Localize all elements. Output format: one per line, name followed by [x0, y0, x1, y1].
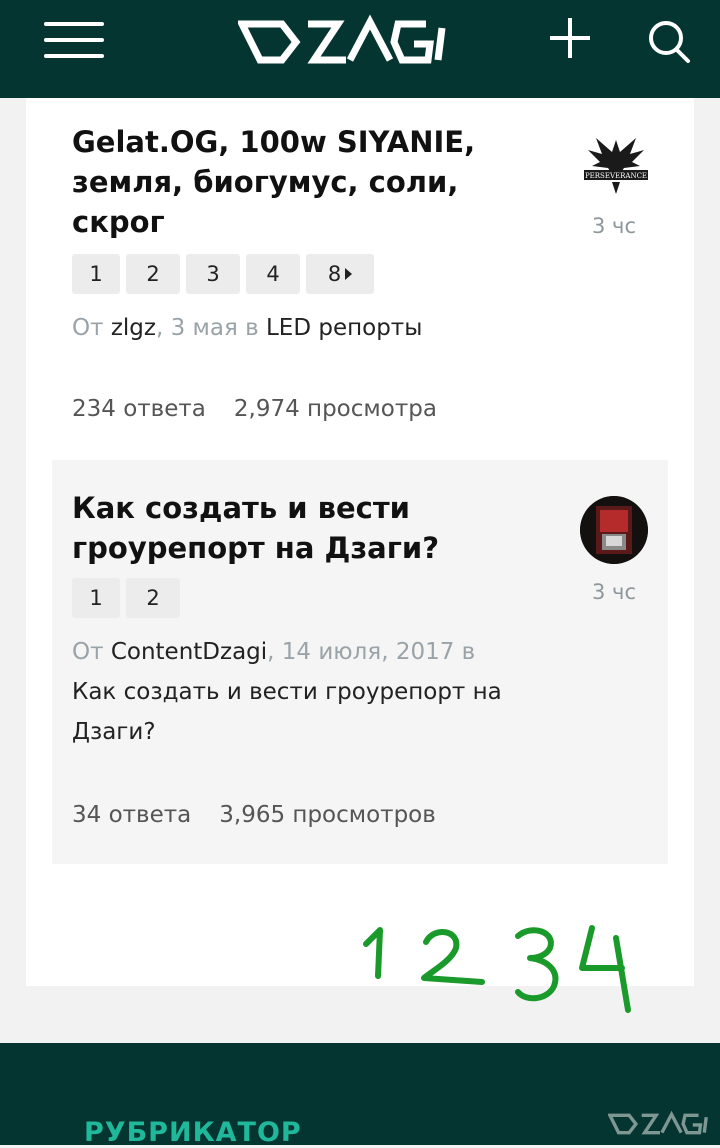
- meta-prefix: От: [72, 639, 111, 665]
- page-number: 8: [327, 262, 342, 286]
- page-button[interactable]: 1: [72, 254, 120, 294]
- topic-date: , 3 мая в: [155, 315, 266, 341]
- avatar-caption: PERSEVERANCE: [585, 172, 647, 180]
- reply-count: 234 ответа: [72, 396, 206, 422]
- avatar[interactable]: PERSEVERANCE: [582, 132, 650, 200]
- page-button[interactable]: 1: [72, 578, 120, 618]
- footer-logo: [608, 1110, 708, 1135]
- topic-time: 3 чс: [592, 580, 636, 604]
- pagination: 1 2 3 4 8: [72, 254, 374, 294]
- category-link[interactable]: Как создать и вести гроурепорт на Дзаги?: [72, 679, 502, 745]
- footer-section-title[interactable]: РУБРИКАТОР: [84, 1117, 302, 1148]
- view-count: 2,974 просмотра: [233, 396, 437, 422]
- topic-meta: От ContentDzagi, 14 июля, 2017 в Как созд…: [72, 632, 572, 752]
- page-button[interactable]: 2: [126, 578, 180, 618]
- search-icon[interactable]: [646, 16, 692, 64]
- handwritten-numbers: 1234: [363, 925, 631, 1013]
- page-button[interactable]: 3: [186, 254, 240, 294]
- avatar[interactable]: [580, 496, 648, 564]
- topic-stats: 34 ответа 3,965 просмотров: [72, 802, 436, 828]
- plus-icon[interactable]: [548, 16, 592, 60]
- page-button[interactable]: 2: [126, 254, 180, 294]
- topic-time: 3 чс: [592, 214, 636, 238]
- meta-prefix: От: [72, 315, 111, 341]
- top-bar: [0, 0, 720, 98]
- dzagi-logo[interactable]: [238, 12, 454, 68]
- topic-item: Gelat.OG, 100w SIYANIE, земля, биогумус,…: [52, 98, 668, 460]
- reply-count: 34 ответа: [72, 802, 192, 828]
- view-count: 3,965 просмотров: [219, 802, 436, 828]
- topic-list: Gelat.OG, 100w SIYANIE, земля, биогумус,…: [26, 98, 694, 986]
- caret-right-icon: [345, 268, 353, 280]
- topic-stats: 234 ответа 2,974 просмотра: [72, 396, 437, 422]
- page-button[interactable]: 4: [246, 254, 300, 294]
- footer: РУБРИКАТОР: [0, 1043, 720, 1148]
- topic-title[interactable]: Как создать и вести гроурепорт на Дзаги?: [72, 488, 532, 568]
- category-link[interactable]: LED репорты: [266, 315, 422, 341]
- hamburger-icon[interactable]: [44, 20, 104, 60]
- last-page-button[interactable]: 8: [306, 254, 374, 294]
- topic-meta: От zlgz, 3 мая в LED репорты: [72, 308, 572, 348]
- pagination: 1 2: [72, 578, 180, 618]
- topic-item: Как создать и вести гроурепорт на Дзаги?…: [52, 460, 668, 864]
- author-link[interactable]: zlgz: [111, 315, 156, 341]
- topic-title[interactable]: Gelat.OG, 100w SIYANIE, земля, биогумус,…: [72, 122, 532, 242]
- author-link[interactable]: ContentDzagi: [111, 639, 267, 665]
- topic-date: , 14 июля, 2017 в: [267, 639, 476, 665]
